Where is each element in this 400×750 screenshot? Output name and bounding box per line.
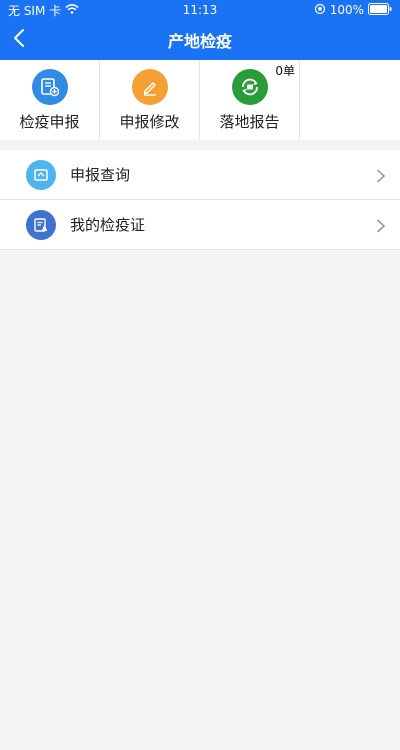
chevron-right-icon	[374, 218, 388, 232]
action-modify-label: 申报修改	[119, 112, 180, 131]
report-refresh-icon	[231, 68, 268, 105]
certificate-icon	[26, 209, 56, 240]
list-item-certificate[interactable]: 我的检疫证	[0, 200, 400, 250]
edit-pencil-icon	[131, 68, 168, 105]
list-item-certificate-label: 我的检疫证	[70, 216, 146, 234]
query-icon	[26, 159, 56, 190]
action-declare[interactable]: 检疫申报	[0, 60, 100, 140]
back-button[interactable]	[12, 20, 40, 60]
status-bar: 无 SIM 卡 11:13 100%	[0, 0, 400, 20]
chevron-right-icon	[374, 168, 388, 182]
app-header: 无 SIM 卡 11:13 100% 产地检疫	[0, 0, 400, 60]
landing-count-badge: 0单	[275, 64, 295, 78]
menu-list: 申报查询 我的检疫证	[0, 150, 400, 250]
status-time: 11:13	[182, 3, 218, 17]
nav-bar: 产地检疫	[0, 20, 400, 60]
action-landing-report[interactable]: 0单 落地报告	[200, 60, 300, 140]
page-title: 产地检疫	[167, 32, 232, 51]
back-arrow-icon	[12, 28, 26, 52]
list-item-query[interactable]: 申报查询	[0, 150, 400, 200]
action-modify[interactable]: 申报修改	[100, 60, 200, 140]
document-add-icon	[31, 68, 68, 105]
action-landing-label: 落地报告	[219, 112, 280, 131]
action-declare-label: 检疫申报	[19, 112, 80, 131]
action-grid: 检疫申报 申报修改 0单 落地报告	[0, 60, 400, 140]
list-item-query-label: 申报查询	[70, 166, 131, 184]
